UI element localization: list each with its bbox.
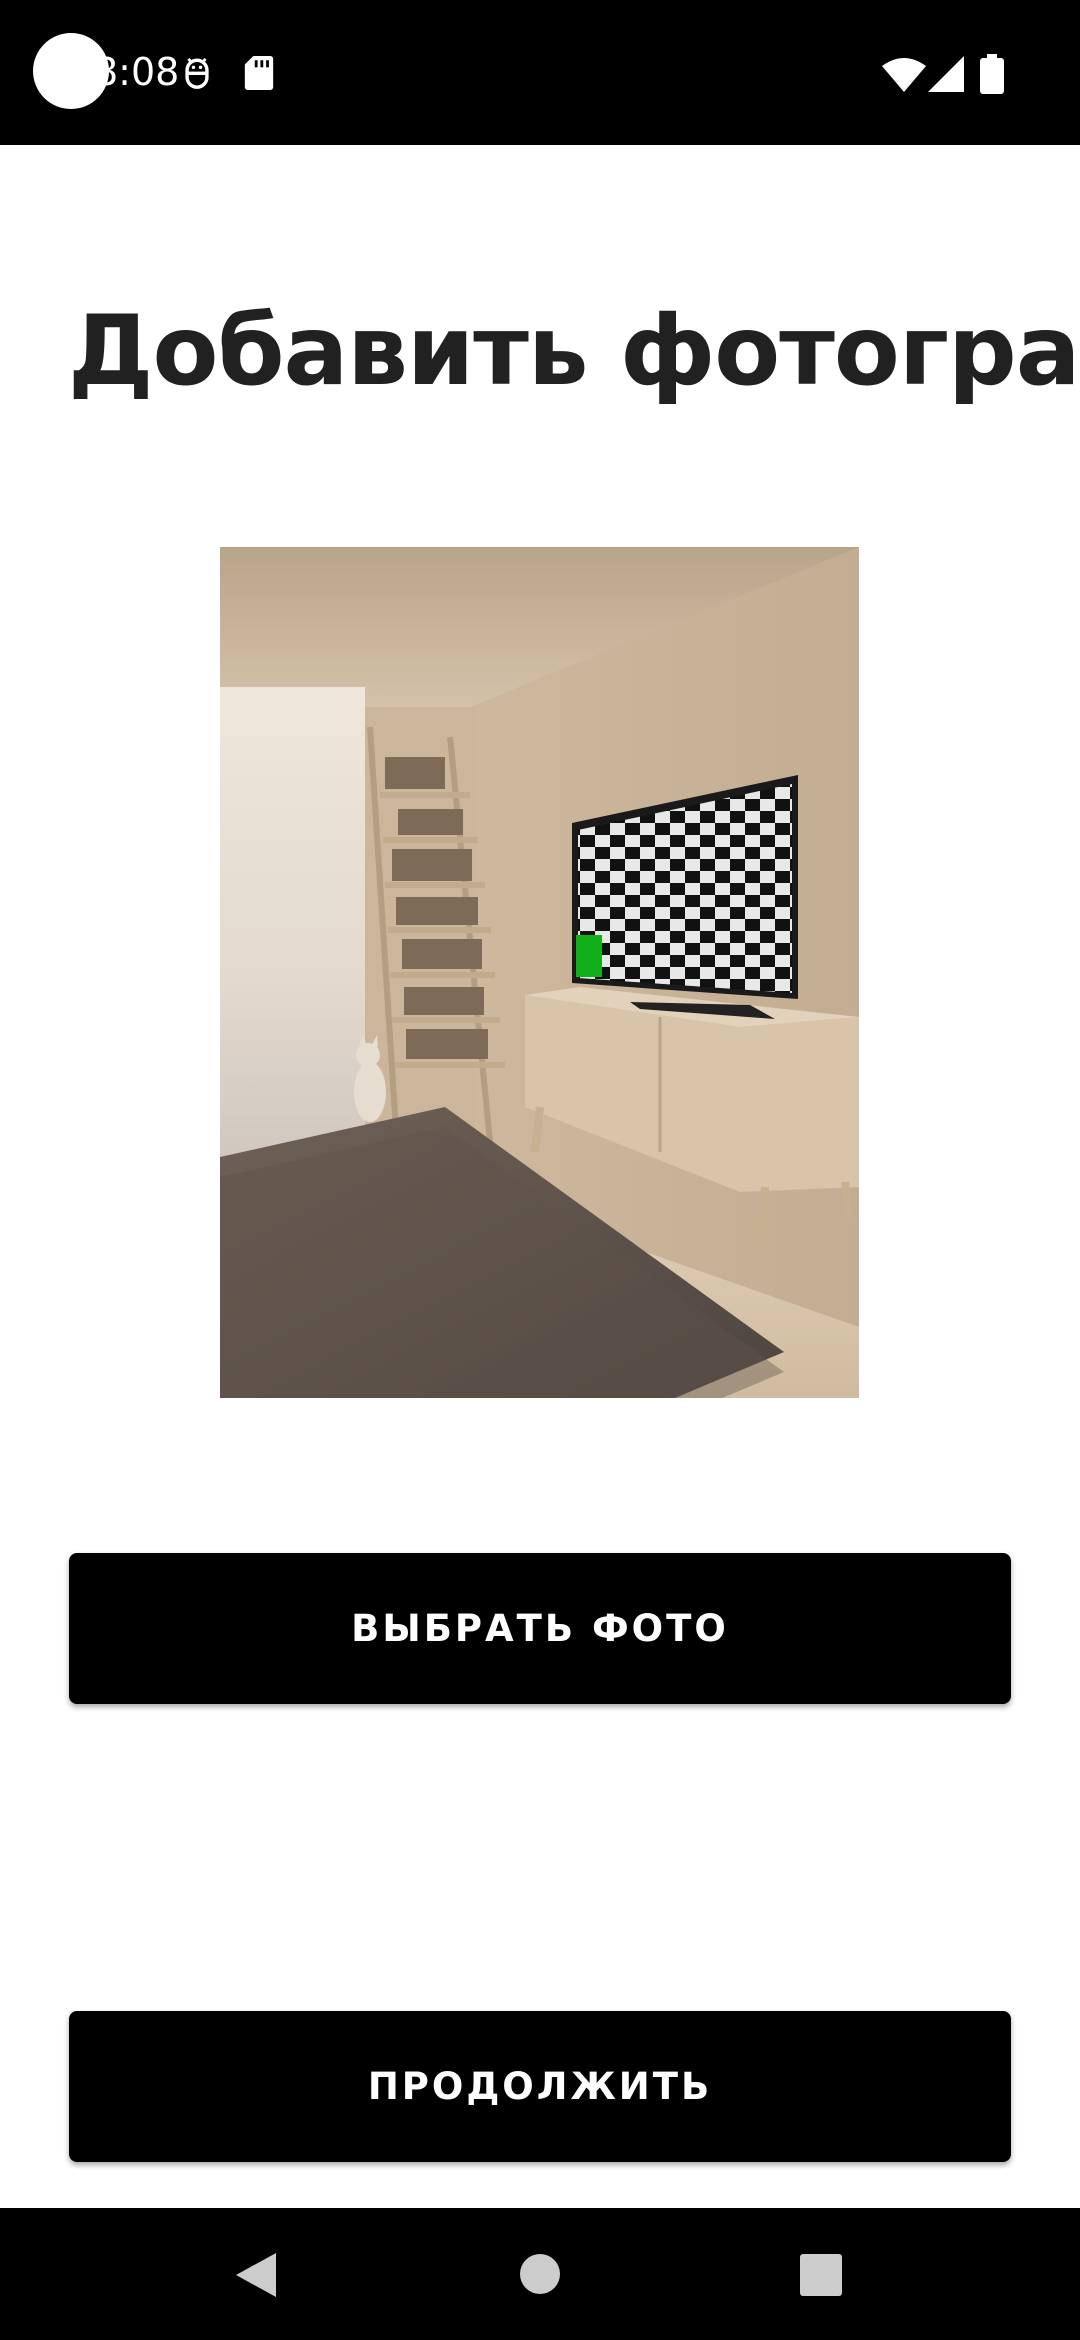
battery-icon	[980, 54, 1004, 94]
recents-icon[interactable]	[800, 2254, 842, 2301]
android-debug-icon	[180, 56, 214, 90]
navigation-bar	[0, 2208, 1080, 2340]
sd-card-icon	[244, 56, 274, 90]
continue-button[interactable]: ПРОДОЛЖИТЬ	[69, 2011, 1011, 2162]
back-icon[interactable]	[232, 2253, 276, 2302]
signal-icon	[928, 56, 964, 92]
wifi-icon	[882, 58, 926, 92]
main-content: Добавить фотографии	[0, 145, 1080, 2208]
front-camera-cutout	[33, 33, 109, 109]
page-title: Добавить фотографии	[68, 295, 1080, 407]
status-bar: 8:08	[0, 0, 1080, 145]
choose-photo-button[interactable]: ВЫБРАТЬ ФОТО	[69, 1553, 1011, 1704]
home-icon[interactable]	[518, 2252, 562, 2301]
phone-screen: 8:08 Добавить фотогра ВЫБРАТЬ ФОТО ПРОДО…	[0, 0, 1080, 2340]
selected-photo-preview	[220, 547, 859, 1398]
